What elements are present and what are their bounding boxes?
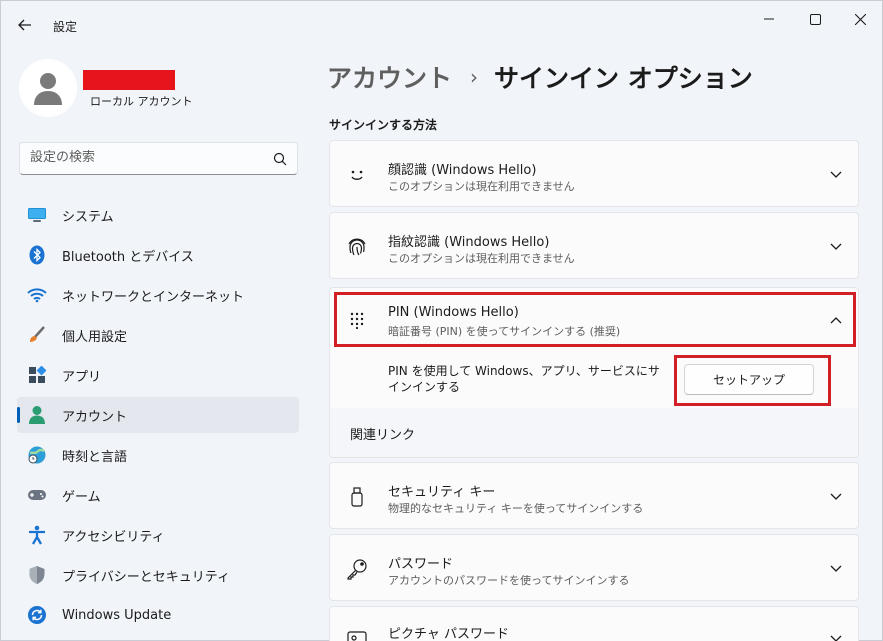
sidebar-item-apps[interactable]: アプリ	[17, 357, 299, 393]
search-input[interactable]	[30, 150, 260, 165]
app-title: 設定	[53, 20, 78, 34]
sidebar-item-label: アプリ	[62, 369, 102, 385]
sidebar-item-accessibility[interactable]: アクセシビリティ	[17, 517, 299, 553]
avatar[interactable]	[19, 59, 77, 117]
option-subtitle: 物理的なセキュリティ キーを使ってサインインする	[388, 502, 644, 515]
related-links-label: 関連リンク	[350, 428, 416, 443]
chevron-down-icon[interactable]	[828, 631, 844, 641]
pin-description: PIN を使用して Windows、アプリ、サービスにサインインする	[388, 364, 660, 394]
option-title: ピクチャ パスワード	[388, 627, 510, 641]
close-button[interactable]	[840, 7, 880, 31]
sidebar-item-bluetooth[interactable]: Bluetooth とデバイス	[17, 237, 299, 273]
sidebar-item-label: システム	[62, 209, 114, 225]
sidebar-item-privacy[interactable]: プライバシーとセキュリティ	[17, 557, 299, 593]
minimize-icon	[764, 18, 774, 20]
option-subtitle: このオプションは現在利用できません	[388, 252, 575, 265]
chevron-down-icon[interactable]	[828, 561, 844, 577]
redacted-username	[83, 70, 175, 90]
sidebar-item-label: ゲーム	[62, 489, 101, 505]
system-icon	[27, 205, 47, 225]
chevron-down-icon[interactable]	[828, 489, 844, 505]
sidebar-item-windows-update[interactable]: Windows Update	[17, 597, 299, 633]
apps-icon	[27, 365, 47, 385]
gamepad-icon	[27, 485, 47, 505]
settings-window: 設定 ローカル アカウント システム	[0, 0, 883, 641]
account-icon	[27, 405, 47, 425]
sidebar-item-time-language[interactable]: 時刻と言語	[17, 437, 299, 473]
title-bar: 設定	[1, 1, 882, 41]
sidebar-item-label: 個人用設定	[62, 329, 128, 345]
option-title: 指紋認識 (Windows Hello)	[388, 235, 550, 250]
wifi-icon	[27, 285, 47, 305]
search-icon[interactable]	[272, 151, 288, 167]
sidebar-item-label: Bluetooth とデバイス	[62, 249, 194, 265]
back-button[interactable]	[11, 11, 39, 39]
accessibility-icon	[27, 525, 47, 545]
usb-key-icon	[346, 486, 368, 508]
option-picture-password[interactable]: ピクチャ パスワード	[329, 606, 859, 641]
option-title: パスワード	[388, 557, 454, 572]
chevron-down-icon[interactable]	[828, 239, 844, 255]
picture-password-icon	[346, 629, 368, 641]
option-subtitle: このオプションは現在利用できません	[388, 180, 575, 193]
page-title: サインイン オプション	[494, 64, 753, 93]
option-title: セキュリティ キー	[388, 485, 496, 500]
option-password[interactable]: パスワード アカウントのパスワードを使ってサインインする	[329, 534, 859, 601]
user-icon	[34, 73, 62, 105]
update-icon	[27, 605, 47, 625]
search-box[interactable]	[19, 142, 298, 175]
sidebar-item-label: アクセシビリティ	[62, 529, 165, 545]
related-links: 関連リンク	[329, 408, 859, 458]
breadcrumb-separator: ›	[470, 65, 479, 89]
option-title: 顔認識 (Windows Hello)	[388, 163, 537, 178]
sidebar-item-personalization[interactable]: 個人用設定	[17, 317, 299, 353]
sidebar-item-label: Windows Update	[62, 607, 172, 623]
option-security-key[interactable]: セキュリティ キー 物理的なセキュリティ キーを使ってサインインする	[329, 462, 859, 529]
breadcrumb: アカウント › サインイン オプション	[327, 59, 753, 95]
section-title: サインインする方法	[329, 118, 438, 132]
brush-icon	[27, 325, 47, 345]
option-subtitle: アカウントのパスワードを使ってサインインする	[388, 574, 630, 587]
face-icon	[346, 164, 368, 186]
sidebar-item-label: プライバシーとセキュリティ	[62, 569, 230, 585]
maximize-button[interactable]	[795, 7, 835, 31]
option-face-recognition[interactable]: 顔認識 (Windows Hello) このオプションは現在利用できません	[329, 140, 859, 207]
breadcrumb-parent[interactable]: アカウント	[327, 59, 452, 95]
sidebar-nav: システム Bluetooth とデバイス ネットワークとインターネット 個人用設…	[17, 197, 299, 637]
minimize-button[interactable]	[749, 7, 789, 31]
setup-highlight-box	[674, 355, 831, 406]
sidebar-item-system[interactable]: システム	[17, 197, 299, 233]
time-language-icon	[27, 445, 47, 465]
pin-highlight-box	[334, 292, 856, 347]
sidebar-item-accounts[interactable]: アカウント	[17, 397, 299, 433]
option-fingerprint[interactable]: 指紋認識 (Windows Hello) このオプションは現在利用できません	[329, 212, 859, 279]
sidebar-item-network[interactable]: ネットワークとインターネット	[17, 277, 299, 313]
sidebar-item-label: ネットワークとインターネット	[62, 289, 245, 305]
maximize-icon	[809, 13, 821, 25]
account-type: ローカル アカウント	[90, 95, 193, 108]
key-icon	[346, 558, 368, 580]
close-icon	[854, 13, 866, 25]
shield-icon	[27, 565, 47, 585]
sidebar-item-label: アカウント	[62, 409, 128, 425]
sidebar-item-gaming[interactable]: ゲーム	[17, 477, 299, 513]
back-arrow-icon	[18, 19, 31, 31]
fingerprint-icon	[346, 236, 368, 258]
sidebar-item-label: 時刻と言語	[62, 449, 128, 465]
bluetooth-icon	[27, 245, 47, 265]
chevron-down-icon[interactable]	[828, 167, 844, 183]
